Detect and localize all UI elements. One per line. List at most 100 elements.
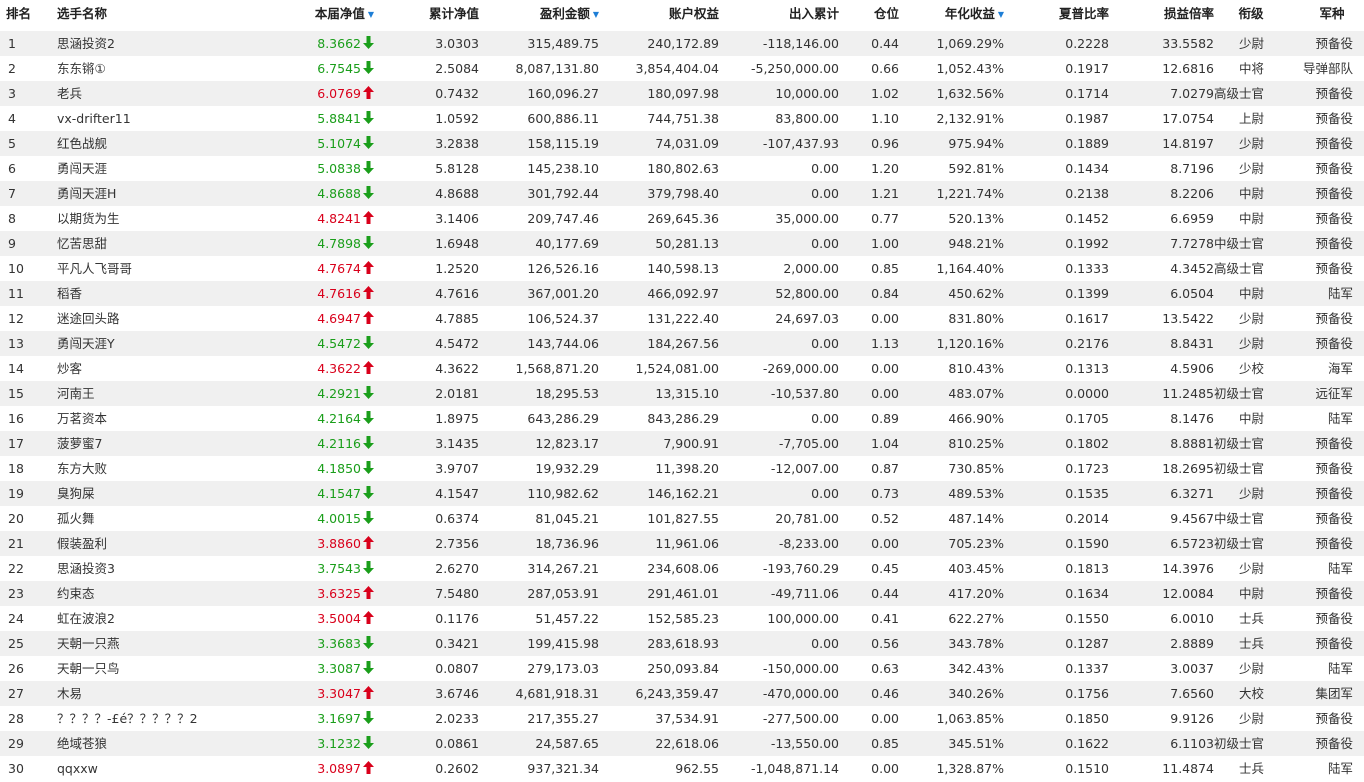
table-row[interactable]: 15 河南王 4.2921 2.0181 18,295.53 13,315.10 -10,5… xyxy=(0,381,1364,406)
cell-position: 0.89 xyxy=(871,411,899,426)
arrow-up-icon xyxy=(363,261,374,274)
cell-name[interactable]: 勇闯天涯H xyxy=(57,181,257,206)
table-row[interactable]: 9 忆苦思甜 4.7898 1.6948 40,177.69 50,281.13 0.00 1… xyxy=(0,231,1364,256)
table-row[interactable]: 22 思涵投资3 3.7543 2.6270 314,267.21 234,608.06 -… xyxy=(0,556,1364,581)
header-rank[interactable]: 排名 xyxy=(6,0,46,30)
table-row[interactable]: 13 勇闯天涯Y 4.5472 4.5472 143,744.06 184,267.56 0… xyxy=(0,331,1364,356)
header-equity[interactable]: 账户权益 xyxy=(620,0,719,30)
table-row[interactable]: 29 绝域苍狼 3.1232 0.0861 24,587.65 22,618.06 -13,… xyxy=(0,731,1364,756)
table-row[interactable]: 3 老兵 6.0769 0.7432 160,096.27 180,097.98 10,00… xyxy=(0,81,1364,106)
header-nav[interactable]: 本届净值 ▼ xyxy=(290,0,374,30)
cell-rank: 4 xyxy=(8,111,16,126)
cell-name[interactable]: 思涵投资3 xyxy=(57,556,257,581)
cell-name[interactable]: 菠萝蜜7 xyxy=(57,431,257,456)
cell-name[interactable]: 天朝一只鸟 xyxy=(57,656,257,681)
table-row[interactable]: 27 木易 3.3047 3.6746 4,681,918.31 6,243,359.47… xyxy=(0,681,1364,706)
table-row[interactable]: 4 vx-drifter11 5.8841 1.0592 600,886.11 744,7… xyxy=(0,106,1364,131)
table-row[interactable]: 20 孤火舞 4.0015 0.6374 81,045.21 101,827.55 20,7… xyxy=(0,506,1364,531)
header-rank-title[interactable]: 衔级 xyxy=(1220,0,1282,30)
table-row[interactable]: 8 以期货为生 4.8241 3.1406 209,747.46 269,645.36 35… xyxy=(0,206,1364,231)
cell-rank: 20 xyxy=(8,511,24,526)
table-row[interactable]: 23 约束态 3.6325 7.5480 287,053.91 291,461.01 -49… xyxy=(0,581,1364,606)
cell-nav: 3.8860 xyxy=(290,531,374,556)
header-cum-nav[interactable]: 累计净值 xyxy=(400,0,479,30)
cell-cum-nav: 4.3622 xyxy=(435,361,479,376)
cell-name[interactable]: 孤火舞 xyxy=(57,506,257,531)
cell-position: 0.77 xyxy=(871,211,899,226)
table-row[interactable]: 21 假装盈利 3.8860 2.7356 18,736.96 11,961.06 -8,2… xyxy=(0,531,1364,556)
header-position[interactable]: 仓位 xyxy=(860,0,899,30)
cell-name[interactable]: 勇闯天涯Y xyxy=(57,331,257,356)
header-annual[interactable]: 年化收益 ▼ xyxy=(920,0,1004,30)
cell-name[interactable]: 平凡人飞哥哥 xyxy=(57,256,257,281)
table-row[interactable]: 26 天朝一只鸟 3.3087 0.0807 279,173.03 250,093.84 -… xyxy=(0,656,1364,681)
cell-name[interactable]: 忆苦思甜 xyxy=(57,231,257,256)
header-inout[interactable]: 出入累计 xyxy=(739,0,839,30)
table-row[interactable]: 30 qqxxw 3.0897 0.2602 937,321.34 962.55 -1,04… xyxy=(0,756,1364,781)
cell-name[interactable]: 稻香 xyxy=(57,281,257,306)
table-row[interactable]: 10 平凡人飞哥哥 4.7674 1.2520 126,526.16 140,598.13… xyxy=(0,256,1364,281)
cell-sharpe: 0.1813 xyxy=(1065,561,1109,576)
header-sharpe[interactable]: 夏普比率 xyxy=(1030,0,1109,30)
table-row[interactable]: 28 ？？？？-£é？？？？？2 3.1697 2.0233 217,355.27 37,… xyxy=(0,706,1364,731)
cell-name[interactable]: 东方大败 xyxy=(57,456,257,481)
table-row[interactable]: 25 天朝一只燕 3.3683 0.3421 199,415.98 283,618.93 0… xyxy=(0,631,1364,656)
cell-name[interactable]: 河南王 xyxy=(57,381,257,406)
nav-value: 3.1232 xyxy=(317,736,361,751)
cell-branch: 陆军 xyxy=(1327,661,1353,676)
cell-name[interactable]: 约束态 xyxy=(57,581,257,606)
cell-name[interactable]: qqxxw xyxy=(57,756,257,781)
cell-annual: 1,328.87% xyxy=(936,761,1004,776)
cell-name[interactable]: 臭狗屎 xyxy=(57,481,257,506)
cell-rank-title: 初级士官 xyxy=(1213,536,1264,551)
cell-name[interactable]: 炒客 xyxy=(57,356,257,381)
cell-name[interactable]: 老兵 xyxy=(57,81,257,106)
table-row[interactable]: 18 东方大败 4.1850 3.9707 19,932.29 11,398.20 -12,… xyxy=(0,456,1364,481)
cell-annual: 483.07% xyxy=(948,386,1004,401)
header-branch[interactable]: 军种 xyxy=(1300,0,1364,30)
table-row[interactable]: 24 虹在波浪2 3.5004 0.1176 51,457.22 152,585.23 10… xyxy=(0,606,1364,631)
table-row[interactable]: 14 炒客 4.3622 4.3622 1,568,871.20 1,524,081.00… xyxy=(0,356,1364,381)
cell-name[interactable]: 绝域苍狼 xyxy=(57,731,257,756)
cell-annual: 450.62% xyxy=(948,286,1004,301)
cell-equity: 6,243,359.47 xyxy=(635,686,720,701)
table-row[interactable]: 17 菠萝蜜7 4.2116 3.1435 12,823.17 7,900.91 -7,70… xyxy=(0,431,1364,456)
header-pl-ratio[interactable]: 损益倍率 xyxy=(1130,0,1214,30)
header-profit[interactable]: 盈利金额 ▼ xyxy=(500,0,599,30)
cell-inout: -12,007.00 xyxy=(770,461,839,476)
table-row[interactable]: 1 思涵投资2 8.3662 3.0303 315,489.75 240,172.89 -1… xyxy=(0,31,1364,56)
header-profit-label: 盈利金额 xyxy=(539,6,590,21)
table-row[interactable]: 6 勇闯天涯 5.0838 5.8128 145,238.10 180,802.63 0.0… xyxy=(0,156,1364,181)
table-row[interactable]: 7 勇闯天涯H 4.8688 4.8688 301,792.44 379,798.40 0.… xyxy=(0,181,1364,206)
header-name[interactable]: 选手名称 xyxy=(57,0,177,30)
cell-position: 0.63 xyxy=(871,661,899,676)
cell-name[interactable]: 万茗资本 xyxy=(57,406,257,431)
cell-equity: 101,827.55 xyxy=(647,511,719,526)
cell-position: 0.66 xyxy=(871,61,899,76)
cell-position: 1.02 xyxy=(871,86,899,101)
cell-name[interactable]: 勇闯天涯 xyxy=(57,156,257,181)
cell-name[interactable]: 红色战舰 xyxy=(57,131,257,156)
table-row[interactable]: 19 臭狗屎 4.1547 4.1547 110,982.62 146,162.21 0.0… xyxy=(0,481,1364,506)
cell-name[interactable]: 以期货为生 xyxy=(57,206,257,231)
cell-branch: 预备役 xyxy=(1315,211,1353,226)
arrow-down-icon xyxy=(363,61,374,74)
table-row[interactable]: 12 迷途回头路 4.6947 4.7885 106,524.37 131,222.40 2… xyxy=(0,306,1364,331)
cell-name[interactable]: 迷途回头路 xyxy=(57,306,257,331)
cell-name[interactable]: ？？？？-£é？？？？？2 xyxy=(57,706,257,731)
cell-annual: 2,132.91% xyxy=(936,111,1004,126)
cell-name[interactable]: 思涵投资2 xyxy=(57,31,257,56)
table-row[interactable]: 16 万茗资本 4.2164 1.8975 643,286.29 843,286.29 0.… xyxy=(0,406,1364,431)
cell-name[interactable]: 木易 xyxy=(57,681,257,706)
cell-name[interactable]: 东东锵① xyxy=(57,56,257,81)
cell-name[interactable]: 虹在波浪2 xyxy=(57,606,257,631)
table-row[interactable]: 5 红色战舰 5.1074 3.2838 158,115.19 74,031.09 -107… xyxy=(0,131,1364,156)
table-row[interactable]: 2 东东锵① 6.7545 2.5084 8,087,131.80 3,854,404.0… xyxy=(0,56,1364,81)
cell-name[interactable]: 天朝一只燕 xyxy=(57,631,257,656)
cell-profit: 143,744.06 xyxy=(527,336,599,351)
cell-name[interactable]: vx-drifter11 xyxy=(57,106,257,131)
table-row[interactable]: 11 稻香 4.7616 4.7616 367,001.20 466,092.97 52,8… xyxy=(0,281,1364,306)
cell-name[interactable]: 假装盈利 xyxy=(57,531,257,556)
nav-value: 5.1074 xyxy=(317,136,361,151)
arrow-up-icon xyxy=(363,586,374,599)
